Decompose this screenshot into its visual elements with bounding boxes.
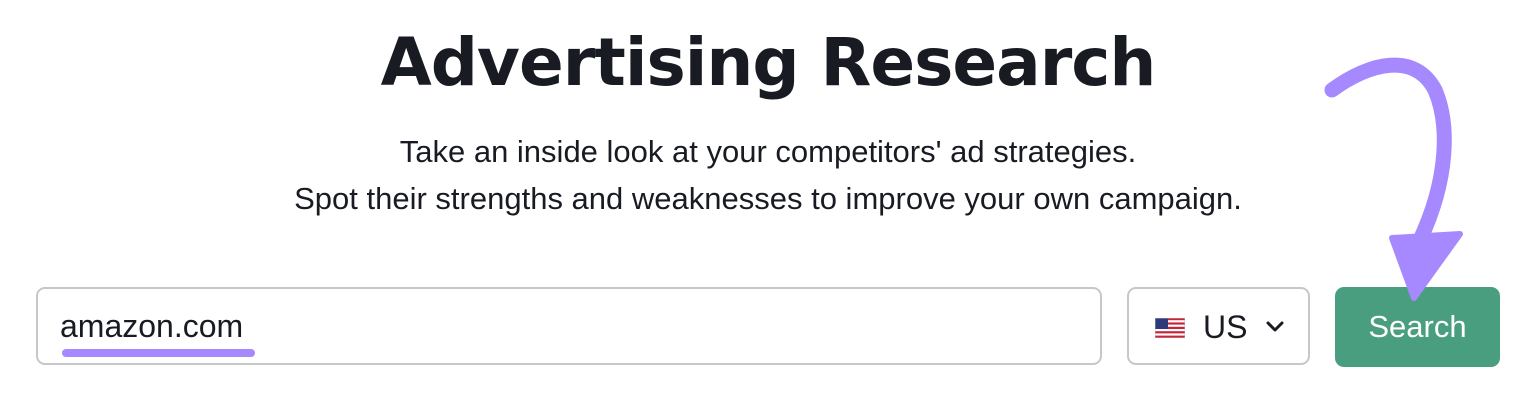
domain-input-container[interactable] (36, 287, 1102, 365)
country-select[interactable]: US (1127, 287, 1310, 365)
us-flag-icon (1155, 318, 1185, 338)
chevron-down-icon (1266, 321, 1284, 332)
subtitle-line-1: Take an inside look at your competitors'… (399, 134, 1137, 169)
search-button[interactable]: Search (1335, 287, 1500, 367)
page-title: Advertising Research (380, 24, 1157, 101)
highlight-underline (62, 349, 255, 357)
country-label: US (1203, 309, 1248, 345)
domain-input[interactable] (60, 301, 1070, 351)
subtitle-line-2: Spot their strengths and weaknesses to i… (294, 181, 1242, 216)
